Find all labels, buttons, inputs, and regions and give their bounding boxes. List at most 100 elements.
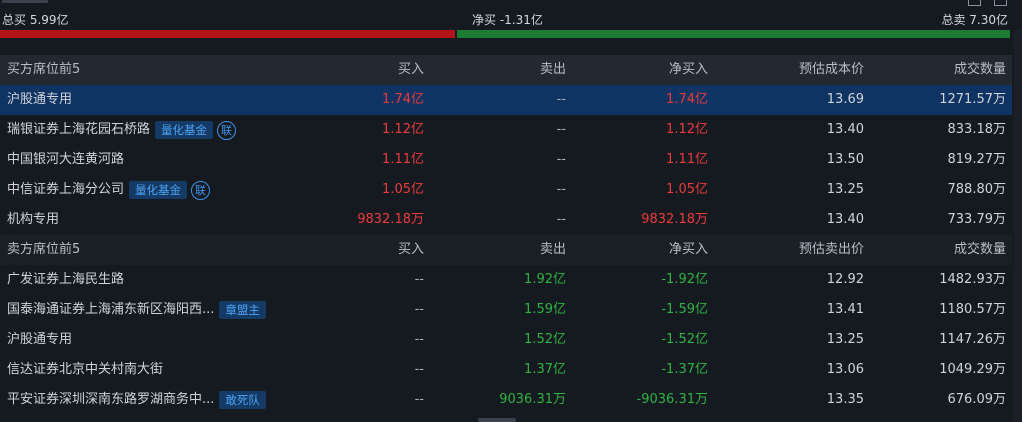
cost-value: 13.06 (826, 362, 864, 377)
buy-ratio-bar (0, 30, 455, 38)
seat-tag-badge[interactable]: 章盟主 (219, 301, 266, 319)
net-value: -1.92亿 (661, 272, 708, 287)
summary-bar: 总买 5.99亿 净买 -1.31亿 总卖 7.30亿 (0, 8, 1022, 30)
header-sell[interactable]: 卖出 (540, 55, 566, 85)
expand-icon[interactable] (994, 0, 1007, 6)
volume-value: 1180.57万 (939, 302, 1006, 317)
seat-name[interactable]: 中国银河大连黄河路 (7, 145, 124, 175)
top-strip (0, 0, 1022, 8)
buy-value: -- (414, 332, 424, 347)
cost-value: 12.92 (826, 272, 864, 287)
buy-value: 1.12亿 (382, 122, 424, 137)
seat-name-cell: 平安证券深圳深南东路罗湖商务中... 敢死队 (7, 385, 266, 415)
cost-value: 13.41 (826, 302, 864, 317)
net-value: -1.37亿 (661, 362, 708, 377)
buy-value: -- (414, 272, 424, 287)
cost-value: 13.25 (826, 332, 864, 347)
seat-tag-badge[interactable]: 量化基金 (129, 181, 188, 199)
header-net[interactable]: 净买入 (669, 55, 708, 85)
sell-value: 1.59亿 (524, 302, 566, 317)
total-sell-label: 总卖 7.30亿 (941, 13, 1008, 27)
title-stub (2, 0, 48, 3)
seat-table: 买方席位前5 买入 卖出 净买入 预估成本价 成交数量 沪股通专用 1.74亿 -- 1.74亿 1… (0, 55, 1012, 415)
table-row[interactable]: 平安证券深圳深南东路罗湖商务中... 敢死队 -- 9036.31万 -9036.31万… (0, 385, 1012, 415)
sell-value: 9036.31万 (499, 392, 566, 407)
seat-name-cell: 中国银河大连黄河路 (7, 145, 124, 175)
buy-section-header: 买方席位前5 买入 卖出 净买入 预估成本价 成交数量 (0, 55, 1012, 85)
sell-value: 1.52亿 (524, 332, 566, 347)
window-icon[interactable] (968, 0, 981, 6)
header-volume[interactable]: 成交数量 (954, 235, 1006, 265)
seat-name[interactable]: 信达证券北京中关村南大街 (7, 355, 163, 385)
buy-value: 1.11亿 (382, 152, 424, 167)
table-row[interactable]: 瑞银证券上海花园石桥路 量化基金联 1.12亿 -- 1.12亿 13.40 833.18万 (0, 115, 1012, 145)
buy-value: 1.05亿 (382, 182, 424, 197)
seat-name[interactable]: 国泰海通证券上海浦东新区海阳西... (7, 295, 214, 325)
table-row[interactable]: 中信证券上海分公司 量化基金联 1.05亿 -- 1.05亿 13.25 788.80万 (0, 175, 1012, 205)
volume-value: 676.09万 (947, 392, 1007, 407)
header-buy[interactable]: 买入 (398, 235, 424, 265)
buy-value: -- (414, 362, 424, 377)
sell-value: -- (556, 92, 566, 107)
net-value: -1.59亿 (661, 302, 708, 317)
cost-value: 13.40 (826, 122, 864, 137)
table-row[interactable]: 中国银河大连黄河路 1.11亿 -- 1.11亿 13.50 819.27万 (0, 145, 1012, 175)
cost-value: 13.50 (826, 152, 864, 167)
buy-value: 9832.18万 (357, 212, 424, 227)
sell-value: -- (556, 212, 566, 227)
header-sell[interactable]: 卖出 (540, 235, 566, 265)
table-row[interactable]: 广发证券上海民生路 -- 1.92亿 -1.92亿 12.92 1482.93万 (0, 265, 1012, 295)
cost-value: 13.35 (826, 392, 864, 407)
header-net[interactable]: 净买入 (669, 235, 708, 265)
seat-name-cell: 广发证券上海民生路 (7, 265, 124, 295)
linked-seat-icon[interactable]: 联 (191, 180, 211, 200)
sell-value: -- (556, 182, 566, 197)
net-buy-label: 净买 -1.31亿 (472, 13, 543, 27)
seat-name-cell: 机构专用 (7, 205, 59, 235)
seat-name[interactable]: 中信证券上海分公司 (7, 175, 124, 205)
seat-name-cell: 信达证券北京中关村南大街 (7, 355, 163, 385)
header-buy[interactable]: 买入 (398, 55, 424, 85)
linked-seat-icon[interactable]: 联 (217, 120, 237, 140)
table-row[interactable]: 信达证券北京中关村南大街 -- 1.37亿 -1.37亿 13.06 1049.29万 (0, 355, 1012, 385)
seat-name[interactable]: 广发证券上海民生路 (7, 265, 124, 295)
net-value: 1.74亿 (666, 92, 708, 107)
header-name: 卖方席位前5 (7, 242, 81, 257)
header-cost[interactable]: 预估卖出价 (799, 235, 864, 265)
cost-value: 13.69 (826, 92, 864, 107)
sell-value: 1.37亿 (524, 362, 566, 377)
total-buy-label: 总买 5.99亿 (2, 13, 69, 27)
volume-value: 833.18万 (947, 122, 1007, 137)
volume-value: 1049.29万 (939, 362, 1006, 377)
seat-name[interactable]: 沪股通专用 (7, 85, 72, 115)
volume-value: 1147.26万 (939, 332, 1006, 347)
seat-name-cell: 瑞银证券上海花园石桥路 量化基金联 (7, 115, 237, 145)
net-value: -9036.31万 (636, 392, 708, 407)
scroll-hint (478, 418, 516, 422)
net-value: 1.11亿 (666, 152, 708, 167)
seat-name[interactable]: 平安证券深圳深南东路罗湖商务中... (7, 385, 214, 415)
header-volume[interactable]: 成交数量 (954, 55, 1006, 85)
volume-value: 819.27万 (947, 152, 1007, 167)
cost-value: 13.40 (826, 212, 864, 227)
net-value: 1.05亿 (666, 182, 708, 197)
sell-ratio-bar (457, 30, 1010, 38)
table-row[interactable]: 沪股通专用 -- 1.52亿 -1.52亿 13.25 1147.26万 (0, 325, 1012, 355)
seat-name-cell: 沪股通专用 (7, 325, 72, 355)
sell-value: -- (556, 152, 566, 167)
buy-value: -- (414, 392, 424, 407)
table-row[interactable]: 机构专用 9832.18万 -- 9832.18万 13.40 733.79万 (0, 205, 1012, 235)
seat-name[interactable]: 机构专用 (7, 205, 59, 235)
seat-name-cell: 中信证券上海分公司 量化基金联 (7, 175, 211, 205)
seat-tag-badge[interactable]: 敢死队 (219, 391, 266, 409)
seat-tag-badge[interactable]: 量化基金 (155, 121, 214, 139)
buy-value: 1.74亿 (382, 92, 424, 107)
table-row[interactable]: 沪股通专用 1.74亿 -- 1.74亿 13.69 1271.57万 (0, 85, 1012, 115)
header-cost[interactable]: 预估成本价 (799, 55, 864, 85)
scrollbar-track[interactable] (1014, 30, 1022, 422)
seat-name[interactable]: 瑞银证券上海花园石桥路 (7, 115, 150, 145)
table-row[interactable]: 国泰海通证券上海浦东新区海阳西... 章盟主 -- 1.59亿 -1.59亿 13.41 1… (0, 295, 1012, 325)
sell-value: 1.92亿 (524, 272, 566, 287)
seat-name[interactable]: 沪股通专用 (7, 325, 72, 355)
volume-value: 1271.57万 (939, 92, 1006, 107)
